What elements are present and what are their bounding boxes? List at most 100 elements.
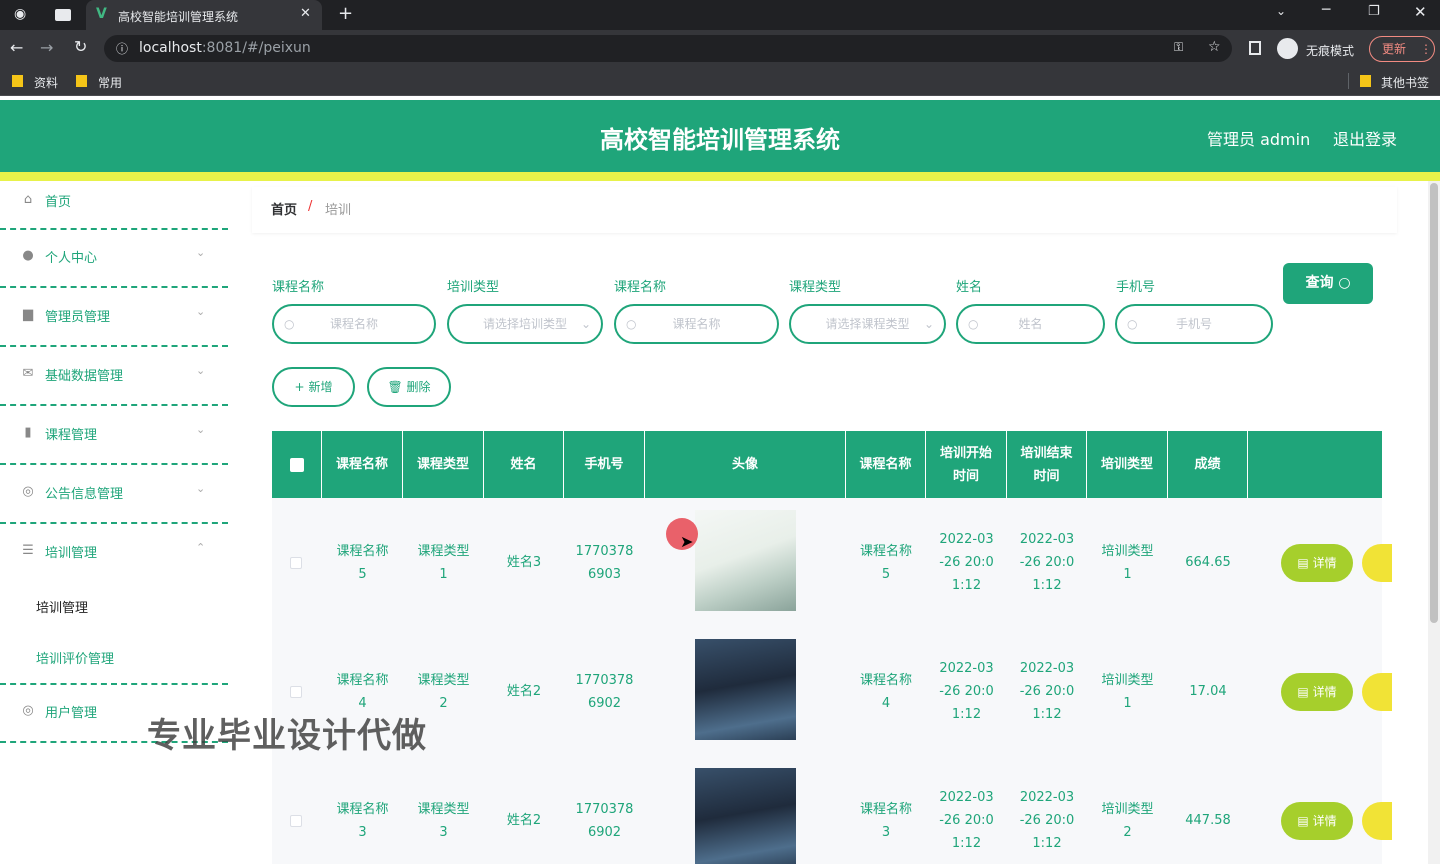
col-header[interactable]: 成绩 (1168, 431, 1248, 498)
sidebar-item-training[interactable]: ☰ 培训管理 ⌃ 培训管理 培训评价管理 (0, 525, 228, 685)
key-icon[interactable]: ⚿ (1174, 40, 1183, 55)
course-type-placeholder: 请选择课程类型 (825, 317, 910, 331)
new-tab-icon[interactable]: + (338, 3, 353, 24)
breadcrumb-current: 培训 (325, 203, 352, 218)
submenu-training-manage[interactable]: 培训管理 (36, 597, 88, 616)
table-cell-name: 姓名2 (506, 813, 542, 828)
detail-button[interactable]: ▤ 详情 (1281, 802, 1353, 840)
window-close-icon[interactable]: ✕ (1414, 3, 1427, 21)
avatar (695, 639, 796, 740)
breadcrumb-separator: / (308, 199, 313, 214)
other-bookmarks[interactable]: 其他书签 (1381, 74, 1429, 91)
search-label-name: 姓名 (956, 280, 983, 295)
col-header[interactable]: 培训开始 时间 (926, 431, 1007, 498)
sidebar-item-personal[interactable]: ● 个人中心 ⌄ (0, 230, 228, 288)
sidebar-toggle-icon[interactable] (1249, 41, 1261, 55)
back-icon[interactable]: ← (10, 38, 23, 57)
table-cell-phone: 1770378 6902 (575, 672, 634, 711)
reload-icon[interactable]: ↻ (74, 37, 87, 56)
bookmark-folder-changyong[interactable]: 常用 (98, 74, 122, 91)
search-label-phone: 手机号 (1116, 280, 1156, 295)
table-cell-start: 2022-03 -26 20:0 1:12 (939, 790, 994, 851)
incognito-label: 无痕模式 (1306, 44, 1355, 58)
course-type-select[interactable]: 请选择课程类型 ⌄ (789, 304, 946, 344)
forward-icon[interactable]: → (40, 38, 53, 57)
col-header[interactable]: 头像 (645, 431, 846, 498)
trash-icon: 🗑 (387, 380, 403, 394)
table-cell-course2: 课程名称 5 (859, 543, 912, 582)
detail-icon: ▤ (1297, 685, 1313, 699)
scrollbar-track[interactable] (1428, 181, 1440, 864)
col-header[interactable]: 课程名称 (322, 431, 403, 498)
add-button[interactable]: + 新增 (272, 367, 355, 407)
detail-button[interactable]: ▤ 详情 (1281, 673, 1353, 711)
detail-button[interactable]: ▤ 详情 (1281, 544, 1353, 582)
logout-link[interactable]: 退出登录 (1333, 126, 1397, 150)
phone-placeholder: 手机号 (1175, 317, 1212, 331)
watermark-text: 专业毕业设计代做 (147, 716, 427, 756)
settings-icon: ◎ (22, 703, 34, 718)
submenu-training-evaluation[interactable]: 培训评价管理 (36, 648, 114, 667)
browser-tab[interactable]: V 高校智能培训管理系统 ✕ (86, 0, 322, 30)
avatar (695, 510, 796, 611)
training-type-placeholder: 请选择培训类型 (482, 317, 567, 331)
folder-icon (1360, 75, 1371, 87)
star-icon[interactable]: ☆ (1208, 39, 1221, 55)
bookmark-divider (1348, 73, 1349, 89)
bookmark-folder-ziliao[interactable]: 资料 (34, 74, 58, 91)
edit-button[interactable] (1362, 673, 1392, 711)
scrollbar-thumb[interactable] (1430, 183, 1438, 623)
select-all-checkbox[interactable] (289, 457, 304, 472)
col-header[interactable]: 课程名称 (846, 431, 926, 498)
sidebar-item-basic-data[interactable]: ✉ 基础数据管理 ⌄ (0, 348, 228, 406)
row-checkbox[interactable] (290, 557, 302, 569)
table-cell-score: 17.04 (1189, 684, 1227, 699)
training-type-select[interactable]: 请选择培训类型 ⌄ (447, 304, 603, 344)
sidebar-item-label: 培训管理 (45, 546, 98, 561)
sidebar-item-course[interactable]: ▮ 课程管理 ⌄ (0, 407, 228, 465)
course-name-input[interactable]: ○ 课程名称 (272, 304, 436, 344)
sidebar-item-admin[interactable]: ▆ 管理员管理 ⌄ (0, 289, 228, 347)
col-header[interactable]: 姓名 (484, 431, 564, 498)
folder-icon (76, 75, 87, 87)
table-cell-course2: 课程名称 3 (859, 801, 912, 840)
col-header[interactable]: 培训类型 (1087, 431, 1168, 498)
sidebar-item-home[interactable]: ⌂ 首页 (0, 172, 228, 230)
row-checkbox[interactable] (290, 815, 302, 827)
name-input[interactable]: ○ 姓名 (956, 304, 1105, 344)
table-cell-phone: 1770378 6902 (575, 801, 634, 840)
tab-search-chevron-icon[interactable]: ⌄ (1276, 4, 1286, 18)
browser-logo-icon: ◉ (14, 6, 27, 22)
course-name-input-2[interactable]: ○ 课程名称 (614, 304, 779, 344)
table-cell-end: 2022-03 -26 20:0 1:12 (1019, 790, 1075, 851)
col-header[interactable]: 手机号 (564, 431, 645, 498)
update-button[interactable]: 更新 ⋮ (1369, 36, 1435, 62)
minimize-icon[interactable]: ─ (1322, 2, 1330, 18)
col-header[interactable]: 培训结束 时间 (1007, 431, 1087, 498)
table-cell-start: 2022-03 -26 20:0 1:12 (939, 661, 994, 722)
query-button[interactable]: 查询 ○ (1283, 263, 1373, 304)
chevron-down-icon: ⌄ (196, 246, 206, 259)
url-bar[interactable]: ⓘ localhost:8081/#/peixun ⚿ ☆ (104, 35, 1232, 62)
row-checkbox[interactable] (290, 686, 302, 698)
delete-button[interactable]: 🗑 删除 (367, 367, 451, 407)
site-info-icon[interactable]: ⓘ (116, 40, 128, 57)
sidebar-item-label: 首页 (45, 195, 72, 210)
edit-button[interactable] (1362, 544, 1392, 582)
search-icon: ○ (284, 317, 295, 331)
sidebar-item-label: 管理员管理 (45, 310, 111, 325)
chevron-up-icon: ⌃ (196, 541, 206, 554)
user-icon: ● (22, 248, 34, 263)
col-header[interactable]: 课程类型 (403, 431, 484, 498)
edit-button[interactable] (1362, 802, 1392, 840)
restore-icon[interactable]: ❐ (1368, 4, 1380, 19)
phone-input[interactable]: ○ 手机号 (1115, 304, 1273, 344)
breadcrumb-home[interactable]: 首页 (271, 199, 297, 218)
loading-icon: ○ (968, 317, 979, 331)
home-icon: ⌂ (23, 192, 33, 207)
tab-close-icon[interactable]: ✕ (300, 6, 311, 21)
bookmarks-bar: 资料 常用 其他书签 (0, 67, 1440, 96)
table-cell-course2: 课程名称 4 (859, 672, 912, 711)
sidebar-item-notice[interactable]: ◎ 公告信息管理 ⌄ (0, 466, 228, 524)
tab-search-icon[interactable] (55, 9, 71, 21)
